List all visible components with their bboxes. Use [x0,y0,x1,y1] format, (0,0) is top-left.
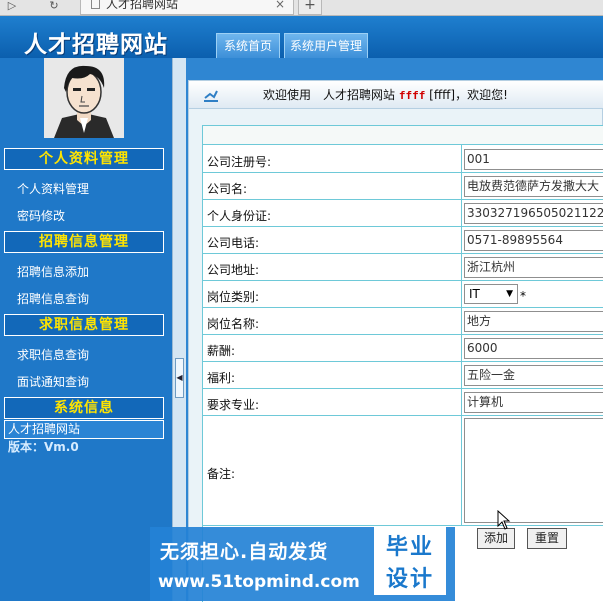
nav-tab-home[interactable]: 系统首页 [216,33,280,58]
dropdown-arrow-icon: ▼ [506,289,513,299]
back-icon[interactable]: ▷ [2,0,22,14]
salary-field[interactable]: 6000 [464,338,603,359]
row-divider [203,361,603,362]
site-header: 人才招聘网站 系统首页 系统用户管理 [0,16,603,58]
notes-textarea[interactable] [464,418,603,523]
label-company-phone: 公司电话: [207,236,260,250]
main-area: 欢迎使用 人才招聘网站 ffff [ffff]，欢迎您! 公司注册号: 001 … [186,58,603,602]
row-divider [203,199,603,200]
row-divider [203,307,603,308]
nav-tab-user-management[interactable]: 系统用户管理 [284,33,368,58]
sidebar-item-profile[interactable]: 个人资料管理 [17,181,89,197]
label-benefits: 福利: [207,371,236,385]
welcome-username: ffff [398,89,426,102]
refresh-icon[interactable]: ↻ [44,0,64,14]
sidebar-item-add-job[interactable]: 招聘信息添加 [17,264,89,280]
add-button[interactable]: 添加 [477,528,515,549]
system-name: 人才招聘网站 [4,420,164,439]
required-mark: * [520,289,526,303]
ad-badge-line1: 毕业 [385,535,434,560]
job-category-select[interactable]: IT ▼ [464,284,518,304]
column-divider [461,145,462,525]
sidebar-item-interview-notices[interactable]: 面试通知查询 [17,374,89,390]
reset-button[interactable]: 重置 [527,528,567,549]
section-title-applications: 求职信息管理 [4,314,164,336]
welcome-suffix: [ffff]，欢迎您! [429,88,508,102]
browser-tab-bar: ▷ ↻ 人才招聘网站 × + [0,0,603,16]
label-company-name: 公司名: [207,182,248,196]
sidebar-collapse-bar[interactable]: ◀ [172,58,186,601]
job-title-field[interactable]: 地方 [464,311,603,332]
mouse-cursor-icon [497,510,511,530]
content-panel: 欢迎使用 人才招聘网站 ffff [ffff]，欢迎您! 公司注册号: 001 … [188,80,603,602]
label-id-card: 个人身份证: [207,209,272,223]
company-reg-field[interactable]: 001 [464,149,603,170]
collapse-arrow-icon[interactable]: ◀ [175,358,184,398]
label-major: 要求专业: [207,398,260,412]
label-notes: 备注: [207,467,236,481]
welcome-bar: 欢迎使用 人才招聘网站 ffff [ffff]，欢迎您! [189,81,603,109]
label-company-reg: 公司注册号: [207,155,272,169]
ad-badge: 毕业 设计 [374,527,446,595]
benefits-field[interactable]: 五险一金 [464,365,603,386]
document-icon [91,0,100,9]
avatar [44,58,124,138]
ad-slogan: 无须担心.自动发货 [160,541,329,563]
label-job-category: 岗位类别: [207,290,260,304]
row-divider [203,172,603,173]
welcome-prefix: 欢迎使用 人才招聘网站 [263,88,396,102]
browser-tab[interactable]: 人才招聘网站 × [80,0,294,15]
form-header-strip [203,126,603,145]
sidebar-item-query-applications[interactable]: 求职信息查询 [17,347,89,363]
label-job-title: 岗位名称: [207,317,260,331]
company-name-field[interactable]: 电放费范德萨方发撒大大 [464,176,603,197]
version-text: 版本：Vm.0 [8,440,79,454]
row-divider [203,334,603,335]
section-title-profile: 个人资料管理 [4,148,164,170]
speaker-icon [204,90,218,102]
sidebar-item-query-job[interactable]: 招聘信息查询 [17,291,89,307]
ad-url: www.51topmind.com [158,572,360,592]
browser-tab-title: 人才招聘网站 [106,0,179,11]
section-title-recruitment: 招聘信息管理 [4,231,164,253]
major-field[interactable]: 计算机 [464,392,603,413]
row-divider [203,525,603,526]
row-divider [203,253,603,254]
section-title-system: 系统信息 [4,397,164,419]
sidebar: 个人资料管理 个人资料管理 密码修改 招聘信息管理 招聘信息添加 招聘信息查询 … [0,58,172,601]
company-address-field[interactable]: 浙江杭州 [464,257,603,278]
ad-badge-line2: 设计 [385,567,434,592]
job-category-value: IT [469,287,480,301]
ad-watermark: 无须担心.自动发货 www.51topmind.com 毕业 设计 [150,527,455,601]
id-card-field[interactable]: 330327196505021122 [464,203,603,224]
row-divider [203,226,603,227]
label-company-address: 公司地址: [207,263,260,277]
sidebar-item-change-password[interactable]: 密码修改 [17,208,65,224]
company-phone-field[interactable]: 0571-89895564 [464,230,603,251]
new-tab-button[interactable]: + [298,0,322,15]
row-divider [203,415,603,416]
site-title: 人才招聘网站 [24,31,168,58]
row-divider [203,280,603,281]
welcome-message: 欢迎使用 人才招聘网站 ffff [ffff]，欢迎您! [263,81,508,110]
close-tab-icon[interactable]: × [275,0,285,10]
row-divider [203,388,603,389]
label-salary: 薪酬: [207,344,236,358]
